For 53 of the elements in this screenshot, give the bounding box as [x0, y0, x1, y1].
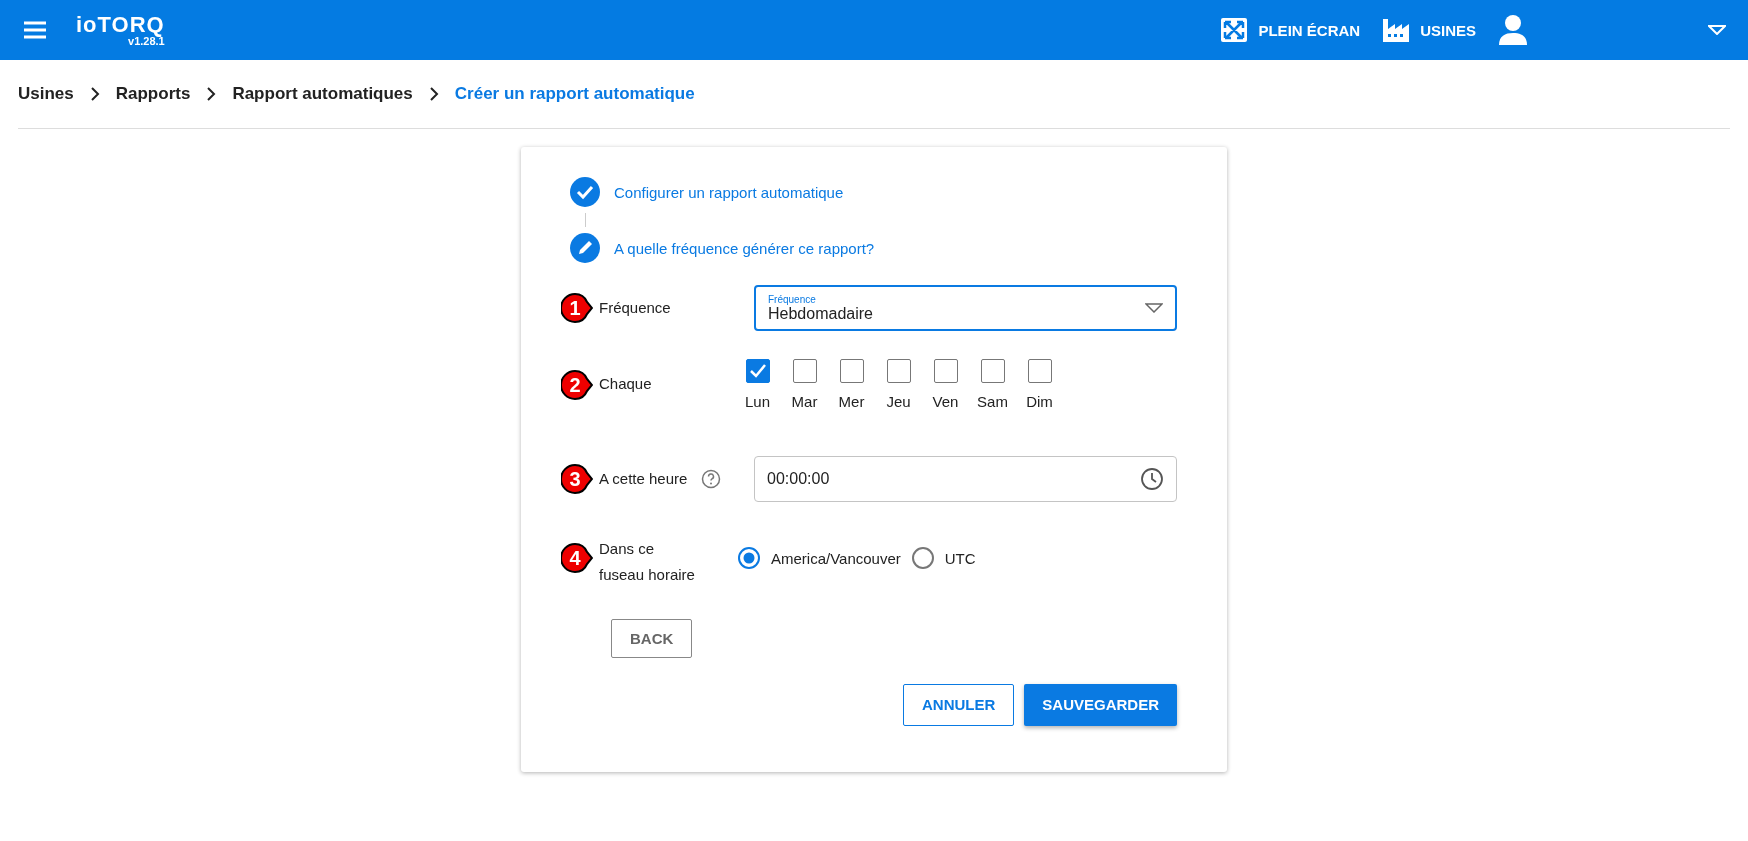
- chevron-icon: [89, 87, 100, 101]
- factory-button[interactable]: USINES: [1382, 17, 1476, 43]
- clock-icon[interactable]: [1140, 467, 1164, 491]
- caret-icon[interactable]: [1708, 25, 1726, 35]
- save-button[interactable]: SAUVEGARDER: [1024, 683, 1177, 726]
- day-checkbox[interactable]: [792, 359, 817, 383]
- breadcrumb-link[interactable]: Usines: [18, 84, 74, 104]
- callout-marker: 1: [561, 292, 593, 324]
- user-icon[interactable]: [1498, 14, 1528, 46]
- callout-marker: 2: [561, 368, 593, 401]
- factory-icon: [1382, 17, 1411, 43]
- caret-icon: [1145, 303, 1163, 313]
- chevron-icon: [428, 87, 439, 101]
- day-label: Lun: [745, 393, 770, 410]
- field-label: Chaque: [599, 374, 653, 395]
- help-icon[interactable]: [701, 469, 721, 489]
- back-button[interactable]: BACK: [611, 618, 693, 658]
- fullscreen-button[interactable]: PLEIN ÉCRAN: [1220, 17, 1361, 43]
- day-checkbox[interactable]: [886, 359, 911, 383]
- day-checkbox[interactable]: [933, 359, 958, 383]
- day-label: Ven: [932, 393, 959, 410]
- field-label: Dans ce fuseau horaire: [599, 539, 696, 586]
- step-title: A quelle fréquence générer ce rapport?: [614, 239, 875, 257]
- day-label: Jeu: [886, 393, 911, 410]
- breadcrumb-link[interactable]: Rapports: [115, 84, 191, 104]
- app-logo: ioTORQ: [76, 13, 165, 36]
- fullscreen-icon: [1220, 17, 1249, 43]
- day-checkbox[interactable]: [745, 359, 770, 383]
- breadcrumb-link[interactable]: Rapport automatiques: [232, 84, 413, 104]
- cancel-button[interactable]: ANNULER: [902, 683, 1015, 726]
- check-circle-icon: [570, 177, 600, 207]
- day-checkbox[interactable]: [1027, 359, 1052, 383]
- breadcrumb-link[interactable]: Créer un rapport automatique: [454, 84, 695, 104]
- time-field[interactable]: 00:00:00: [754, 456, 1177, 502]
- day-label: Mar: [791, 393, 818, 410]
- radio-button[interactable]: [910, 546, 935, 570]
- radio-label: UTC: [944, 549, 976, 567]
- radio-label: America/Vancouver: [771, 549, 901, 567]
- field-label: A cette heure: [599, 468, 689, 489]
- menu-icon[interactable]: [22, 20, 48, 40]
- day-checkbox[interactable]: [839, 359, 864, 383]
- callout-marker: 4: [561, 542, 593, 574]
- day-checkbox[interactable]: [980, 359, 1005, 383]
- day-label: Sam: [977, 393, 1008, 410]
- callout-marker: 3: [561, 463, 593, 495]
- day-label: Mer: [838, 393, 865, 410]
- day-label: Dim: [1026, 393, 1053, 410]
- frequency-select[interactable]: Fréquence Hebdomadaire: [754, 285, 1177, 331]
- step-title: Configurer un rapport automatique: [614, 183, 844, 201]
- radio-button[interactable]: [737, 546, 761, 570]
- pencil-circle-icon: [570, 233, 600, 263]
- chevron-icon: [206, 87, 217, 101]
- field-label: Fréquence: [599, 297, 672, 318]
